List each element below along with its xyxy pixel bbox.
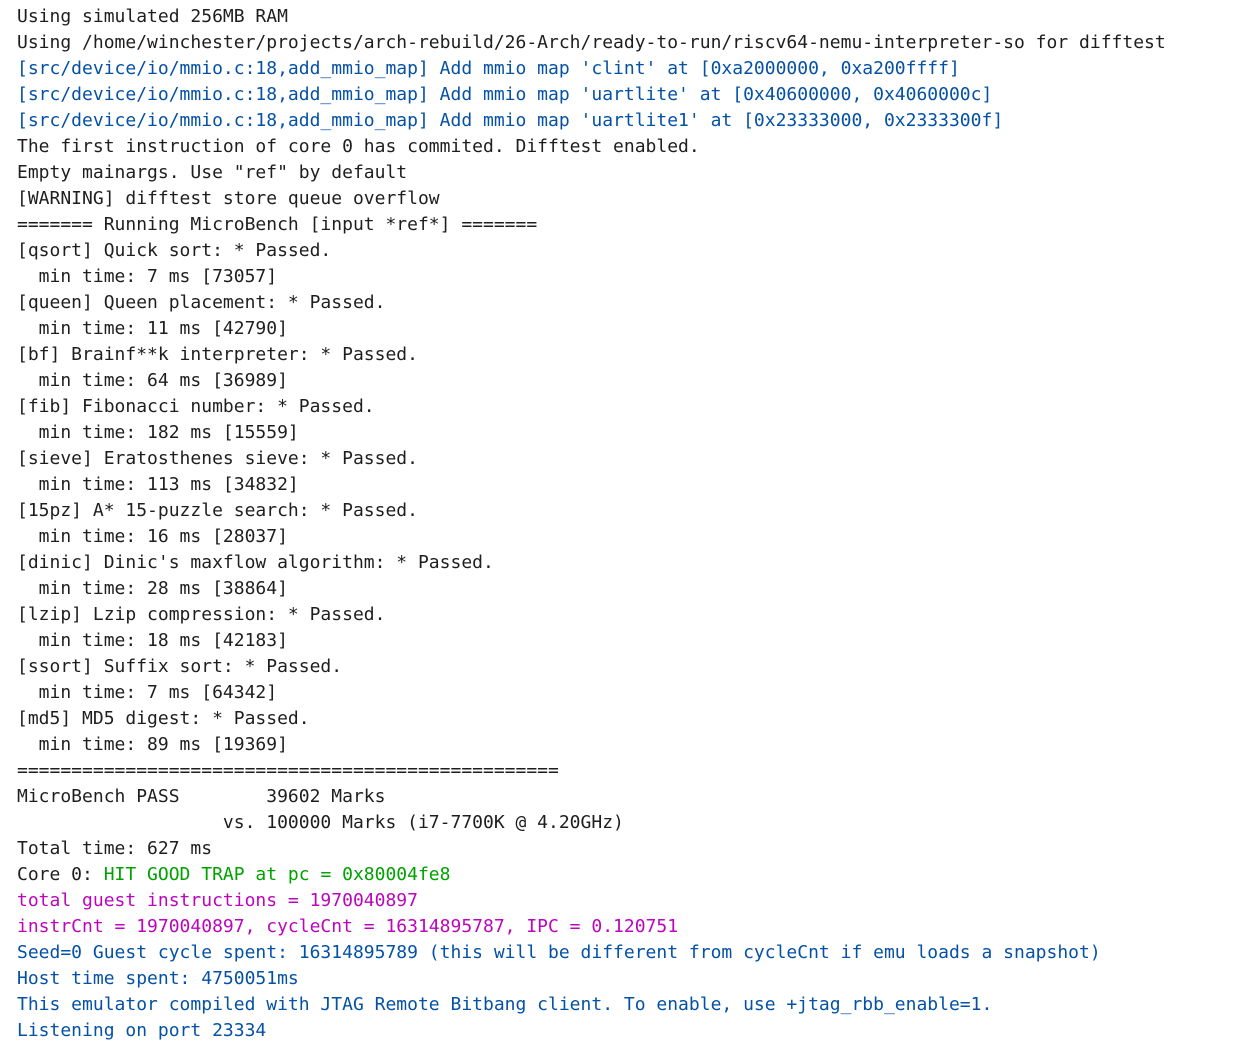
- terminal-line: min time: 182 ms [15559]: [17, 420, 1166, 446]
- terminal-line: [md5] MD5 digest: * Passed.: [17, 706, 1166, 732]
- terminal-text-segment: Using simulated 256MB RAM: [17, 6, 288, 27]
- terminal-text-segment: min time: 18 ms [42183]: [17, 630, 288, 651]
- terminal-line: Host time spent: 4750051ms: [17, 966, 1166, 992]
- terminal-text-segment: vs. 100000 Marks (i7-7700K @ 4.20GHz): [17, 812, 624, 833]
- terminal-line: [WARNING] difftest store queue overflow: [17, 186, 1166, 212]
- terminal-text-segment: [src/device/io/mmio.c:18,add_mmio_map] A…: [17, 58, 960, 79]
- terminal-text-segment: [qsort] Quick sort: * Passed.: [17, 240, 332, 261]
- terminal-text-segment: min time: 16 ms [28037]: [17, 526, 288, 547]
- terminal-line: ======= Running MicroBench [input *ref*]…: [17, 212, 1166, 238]
- terminal-text-segment: HIT GOOD TRAP at pc = 0x80004fe8: [103, 864, 451, 885]
- terminal-text-segment: Host time spent: 4750051ms: [17, 968, 299, 989]
- terminal-line: Seed=0 Guest cycle spent: 16314895789 (t…: [17, 940, 1166, 966]
- terminal-line: min time: 16 ms [28037]: [17, 524, 1166, 550]
- terminal-text-segment: min time: 113 ms [34832]: [17, 474, 299, 495]
- terminal-line: min time: 113 ms [34832]: [17, 472, 1166, 498]
- terminal-line: Listening on port 23334: [17, 1018, 1166, 1042]
- terminal-line: [lzip] Lzip compression: * Passed.: [17, 602, 1166, 628]
- terminal-text-segment: [15pz] A* 15-puzzle search: * Passed.: [17, 500, 418, 521]
- terminal-line: min time: 7 ms [73057]: [17, 264, 1166, 290]
- terminal-line: min time: 28 ms [38864]: [17, 576, 1166, 602]
- terminal-text-segment: The first instruction of core 0 has comm…: [17, 136, 700, 157]
- terminal-text-segment: [src/device/io/mmio.c:18,add_mmio_map] A…: [17, 110, 1004, 131]
- terminal-text-segment: [ssort] Suffix sort: * Passed.: [17, 656, 343, 677]
- terminal-line: The first instruction of core 0 has comm…: [17, 134, 1166, 160]
- terminal-line: [ssort] Suffix sort: * Passed.: [17, 654, 1166, 680]
- terminal-text-segment: Using /home/winchester/projects/arch-reb…: [17, 32, 1166, 53]
- terminal-line: min time: 11 ms [42790]: [17, 316, 1166, 342]
- terminal-line: This emulator compiled with JTAG Remote …: [17, 992, 1166, 1018]
- terminal-line: [qsort] Quick sort: * Passed.: [17, 238, 1166, 264]
- terminal-text-segment: Seed=0 Guest cycle spent: 16314895789 (t…: [17, 942, 1101, 963]
- terminal-text-segment: [bf] Brainf**k interpreter: * Passed.: [17, 344, 418, 365]
- terminal-text-segment: ======= Running MicroBench [input *ref*]…: [17, 214, 538, 235]
- terminal-line: [sieve] Eratosthenes sieve: * Passed.: [17, 446, 1166, 472]
- terminal-text-segment: ========================================…: [17, 760, 559, 781]
- terminal-text-segment: [dinic] Dinic's maxflow algorithm: * Pas…: [17, 552, 494, 573]
- terminal-line: [queen] Queen placement: * Passed.: [17, 290, 1166, 316]
- terminal-text-segment: min time: 11 ms [42790]: [17, 318, 288, 339]
- terminal-line: min time: 64 ms [36989]: [17, 368, 1166, 394]
- terminal-line: [fib] Fibonacci number: * Passed.: [17, 394, 1166, 420]
- terminal-text-segment: Total time: 627 ms: [17, 838, 213, 859]
- terminal-line: [dinic] Dinic's maxflow algorithm: * Pas…: [17, 550, 1166, 576]
- terminal-line: min time: 7 ms [64342]: [17, 680, 1166, 706]
- terminal-text-segment: min time: 64 ms [36989]: [17, 370, 288, 391]
- terminal-text-segment: min time: 182 ms [15559]: [17, 422, 299, 443]
- terminal-text-segment: Core 0:: [17, 864, 104, 885]
- terminal-line: Using simulated 256MB RAM: [17, 4, 1166, 30]
- terminal-text-segment: Listening on port 23334: [17, 1020, 267, 1041]
- terminal-line: min time: 89 ms [19369]: [17, 732, 1166, 758]
- terminal-line: total guest instructions = 1970040897: [17, 888, 1166, 914]
- terminal-text-segment: [md5] MD5 digest: * Passed.: [17, 708, 310, 729]
- terminal-line: min time: 18 ms [42183]: [17, 628, 1166, 654]
- terminal-line: [src/device/io/mmio.c:18,add_mmio_map] A…: [17, 56, 1166, 82]
- terminal-line: [bf] Brainf**k interpreter: * Passed.: [17, 342, 1166, 368]
- terminal-text-segment: [src/device/io/mmio.c:18,add_mmio_map] A…: [17, 84, 993, 105]
- terminal-text-segment: [sieve] Eratosthenes sieve: * Passed.: [17, 448, 418, 469]
- terminal-line: MicroBench PASS 39602 Marks: [17, 784, 1166, 810]
- terminal-text-segment: [lzip] Lzip compression: * Passed.: [17, 604, 386, 625]
- terminal-text-segment: min time: 28 ms [38864]: [17, 578, 288, 599]
- terminal-line: vs. 100000 Marks (i7-7700K @ 4.20GHz): [17, 810, 1166, 836]
- terminal-lines: Using configuration Using simulated 256MB…: [17, 0, 1166, 1042]
- terminal-text-segment: This emulator compiled with JTAG Remote …: [17, 994, 993, 1015]
- terminal-text-segment: [fib] Fibonacci number: * Passed.: [17, 396, 375, 417]
- terminal-text-segment: min time: 7 ms [73057]: [17, 266, 278, 287]
- terminal-line: Using /home/winchester/projects/arch-reb…: [17, 30, 1166, 56]
- terminal-output[interactable]: Using configuration Using simulated 256MB…: [0, 0, 1235, 1042]
- terminal-text-segment: MicroBench PASS 39602 Marks: [17, 786, 386, 807]
- terminal-line: [src/device/io/mmio.c:18,add_mmio_map] A…: [17, 82, 1166, 108]
- terminal-line: ========================================…: [17, 758, 1166, 784]
- terminal-line: instrCnt = 1970040897, cycleCnt = 163148…: [17, 914, 1166, 940]
- terminal-text-segment: [WARNING] difftest store queue overflow: [17, 188, 440, 209]
- terminal-line: [src/device/io/mmio.c:18,add_mmio_map] A…: [17, 108, 1166, 134]
- terminal-text-segment: Using configuration: [17, 0, 223, 1]
- terminal-text-segment: instrCnt = 1970040897, cycleCnt = 163148…: [17, 916, 679, 937]
- terminal-line: [15pz] A* 15-puzzle search: * Passed.: [17, 498, 1166, 524]
- terminal-text-segment: total guest instructions = 1970040897: [17, 890, 418, 911]
- terminal-text-segment: [queen] Queen placement: * Passed.: [17, 292, 386, 313]
- terminal-line: Total time: 627 ms: [17, 836, 1166, 862]
- terminal-text-segment: min time: 7 ms [64342]: [17, 682, 278, 703]
- terminal-line: Core 0: HIT GOOD TRAP at pc = 0x80004fe8: [17, 862, 1166, 888]
- terminal-line: Empty mainargs. Use "ref" by default: [17, 160, 1166, 186]
- terminal-text-segment: min time: 89 ms [19369]: [17, 734, 288, 755]
- terminal-text-segment: Empty mainargs. Use "ref" by default: [17, 162, 408, 183]
